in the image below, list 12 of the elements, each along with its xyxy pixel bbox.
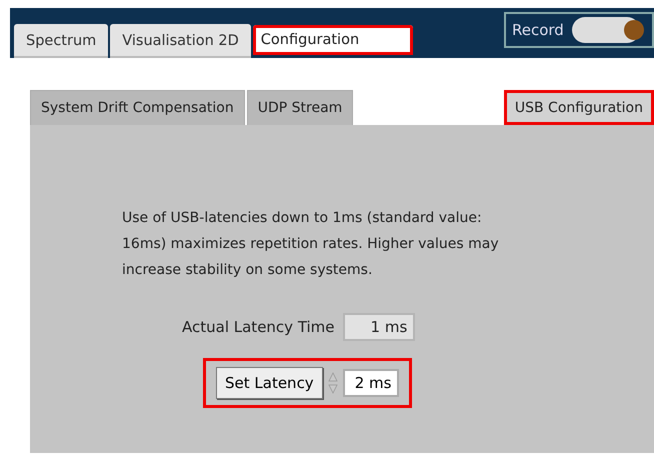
set-latency-button[interactable]: Set Latency <box>216 367 323 399</box>
record-label: Record <box>512 21 564 39</box>
tab[interactable]: Spectrum <box>14 24 108 58</box>
latency-indicator: 1 ms <box>342 313 416 341</box>
description-text: Use of USB-latencies down to 1ms (standard value: 16ms) maximizes repetition rates. Higher values may increase stability on some systems. <box>122 209 500 280</box>
tab[interactable]: System Drift Compensation <box>30 90 245 125</box>
tab[interactable]: Visualisation 2D <box>110 24 251 58</box>
tab[interactable]: Configuration <box>252 25 413 55</box>
latency-input[interactable]: 2 ms <box>342 369 400 397</box>
tab[interactable]: USB Configuration <box>504 90 654 125</box>
tab[interactable]: UDP Stream <box>246 90 354 125</box>
latency-label: Actual Latency Time <box>182 318 335 336</box>
